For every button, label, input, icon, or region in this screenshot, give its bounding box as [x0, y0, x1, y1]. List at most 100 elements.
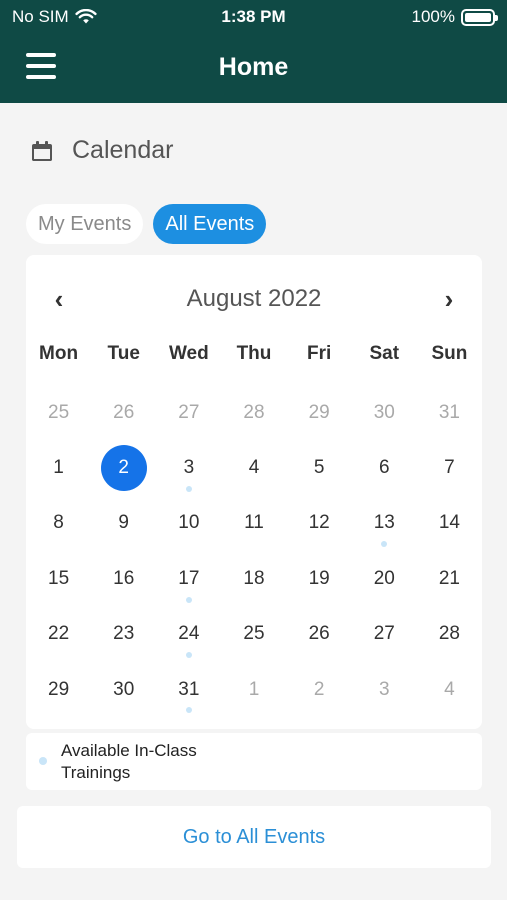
calendar-day[interactable]: 10: [156, 496, 221, 551]
day-number: 9: [118, 512, 129, 534]
day-number: 8: [53, 512, 64, 534]
top-bar: No SIM 1:38 PM 100% Home: [0, 0, 507, 103]
go-to-all-events-button[interactable]: Go to All Events: [17, 806, 491, 868]
calendar-day[interactable]: 17: [156, 551, 221, 606]
calendar-day[interactable]: 8: [26, 496, 91, 551]
day-number: 25: [48, 401, 70, 423]
day-number: 13: [373, 512, 395, 534]
calendar-day[interactable]: 28: [417, 607, 482, 662]
calendar-day-selected[interactable]: 2: [91, 440, 156, 495]
calendar-day[interactable]: 28: [221, 385, 286, 440]
calendar-day[interactable]: 31: [417, 385, 482, 440]
calendar-day[interactable]: 25: [26, 385, 91, 440]
day-number: 7: [444, 457, 455, 479]
event-indicator-dot: [185, 651, 192, 658]
weekday-label: Sun: [431, 343, 468, 364]
calendar-day[interactable]: 30: [352, 385, 417, 440]
day-number: 24: [178, 623, 200, 645]
calendar-card: ‹ August 2022 › Mon Tue Wed Thu Fri Sat Sun 25…: [26, 255, 482, 729]
day-number: 17: [178, 567, 200, 589]
calendar-day[interactable]: 26: [91, 385, 156, 440]
calendar-day[interactable]: 22: [26, 607, 91, 662]
day-number: 29: [308, 401, 330, 423]
calendar-day[interactable]: 27: [352, 607, 417, 662]
day-number: 16: [113, 567, 135, 589]
day-number: 14: [438, 512, 460, 534]
calendar-section-header: Calendar: [32, 136, 173, 165]
calendar-day[interactable]: 16: [91, 551, 156, 606]
chevron-right-icon[interactable]: ›: [434, 283, 464, 315]
calendar-day[interactable]: 23: [91, 607, 156, 662]
calendar-day[interactable]: 9: [91, 496, 156, 551]
day-number: 4: [444, 678, 455, 700]
battery-status: 100%: [411, 7, 498, 27]
calendar-day-grid: 25 26 27 28 29 30 31 1 2 3 4 5 6 7 8 9 10 11 12 13 14 15 16 17 1…: [26, 385, 482, 717]
day-number: 22: [48, 623, 70, 645]
battery-percent: 100%: [411, 7, 455, 26]
calendar-day[interactable]: 12: [287, 496, 352, 551]
day-number: 20: [373, 567, 395, 589]
event-indicator-dot: [381, 541, 388, 548]
day-number: 30: [373, 401, 395, 423]
calendar-day[interactable]: 20: [352, 551, 417, 606]
status-bar: No SIM 1:38 PM 100%: [0, 0, 507, 34]
all-events-tab[interactable]: All Events: [153, 204, 267, 244]
day-number: 4: [248, 457, 260, 479]
day-number: 2: [313, 678, 325, 700]
weekday-header-row: Mon Tue Wed Thu Fri Sat Sun: [26, 343, 482, 365]
calendar-day[interactable]: 18: [221, 551, 286, 606]
calendar-day[interactable]: 1: [26, 440, 91, 495]
day-number: 26: [308, 623, 330, 645]
calendar-day[interactable]: 29: [26, 662, 91, 717]
day-number: 15: [48, 567, 70, 589]
calendar-day[interactable]: 19: [287, 551, 352, 606]
calendar-day[interactable]: 1: [221, 662, 286, 717]
my-events-tab[interactable]: My Events: [26, 204, 144, 244]
calendar-day[interactable]: 27: [156, 385, 221, 440]
day-number: 28: [438, 623, 460, 645]
day-number: 5: [313, 457, 325, 479]
calendar-legend: Available In-Class Trainings: [26, 733, 482, 790]
weekday-label: Sat: [369, 343, 400, 364]
day-number: 6: [378, 457, 390, 479]
day-number: 3: [378, 678, 390, 700]
legend-label: Available In-Class Trainings: [61, 741, 197, 782]
day-number: 23: [113, 623, 135, 645]
day-number: 25: [243, 623, 265, 645]
calendar-day[interactable]: 3: [352, 662, 417, 717]
day-number: 1: [248, 678, 260, 700]
calendar-day[interactable]: 11: [221, 496, 286, 551]
calendar-day[interactable]: 3: [156, 440, 221, 495]
calendar-day[interactable]: 21: [417, 551, 482, 606]
weekday-label: Tue: [107, 343, 140, 364]
calendar-day[interactable]: 6: [352, 440, 417, 495]
calendar-day[interactable]: 14: [417, 496, 482, 551]
calendar-day[interactable]: 25: [221, 607, 286, 662]
event-indicator-dot: [185, 596, 192, 603]
calendar-day[interactable]: 4: [221, 440, 286, 495]
calendar-day[interactable]: 15: [26, 551, 91, 606]
day-number: 26: [113, 401, 135, 423]
day-number: 30: [113, 678, 135, 700]
app-screen: No SIM 1:38 PM 100% Home Calendar My Eve…: [0, 0, 507, 900]
calendar-day[interactable]: 29: [287, 385, 352, 440]
weekday-label: Wed: [168, 343, 209, 364]
calendar-day[interactable]: 13: [352, 496, 417, 551]
legend-dot: [39, 757, 47, 765]
day-number: 31: [178, 678, 200, 700]
day-number: 2: [118, 457, 129, 479]
calendar-day[interactable]: 4: [417, 662, 482, 717]
day-number: 12: [308, 512, 330, 534]
calendar-day[interactable]: 24: [156, 607, 221, 662]
day-number: 11: [244, 512, 264, 534]
day-number: 19: [308, 567, 330, 589]
calendar-icon: [32, 140, 52, 161]
calendar-day[interactable]: 30: [91, 662, 156, 717]
calendar-day[interactable]: 5: [287, 440, 352, 495]
calendar-day[interactable]: 26: [287, 607, 352, 662]
calendar-day[interactable]: 7: [417, 440, 482, 495]
day-number: 27: [178, 401, 200, 423]
section-title: Calendar: [72, 136, 174, 164]
calendar-day[interactable]: 2: [287, 662, 352, 717]
calendar-day[interactable]: 31: [156, 662, 221, 717]
